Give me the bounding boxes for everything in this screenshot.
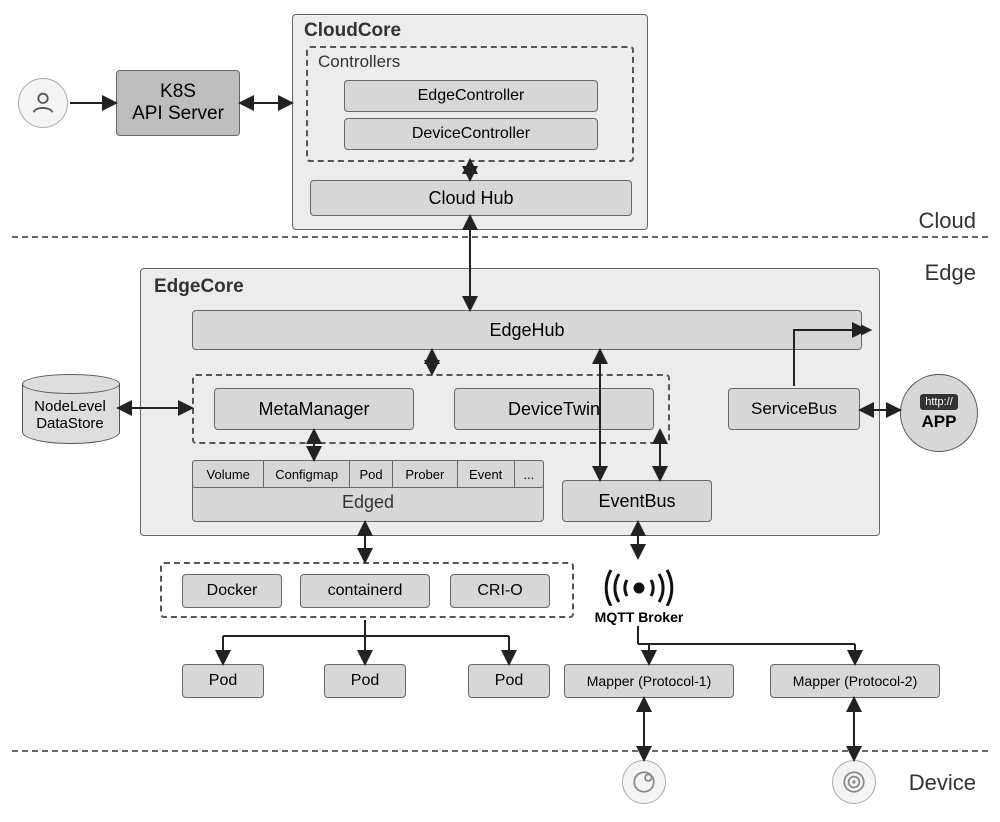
connectors [0,0,1000,822]
